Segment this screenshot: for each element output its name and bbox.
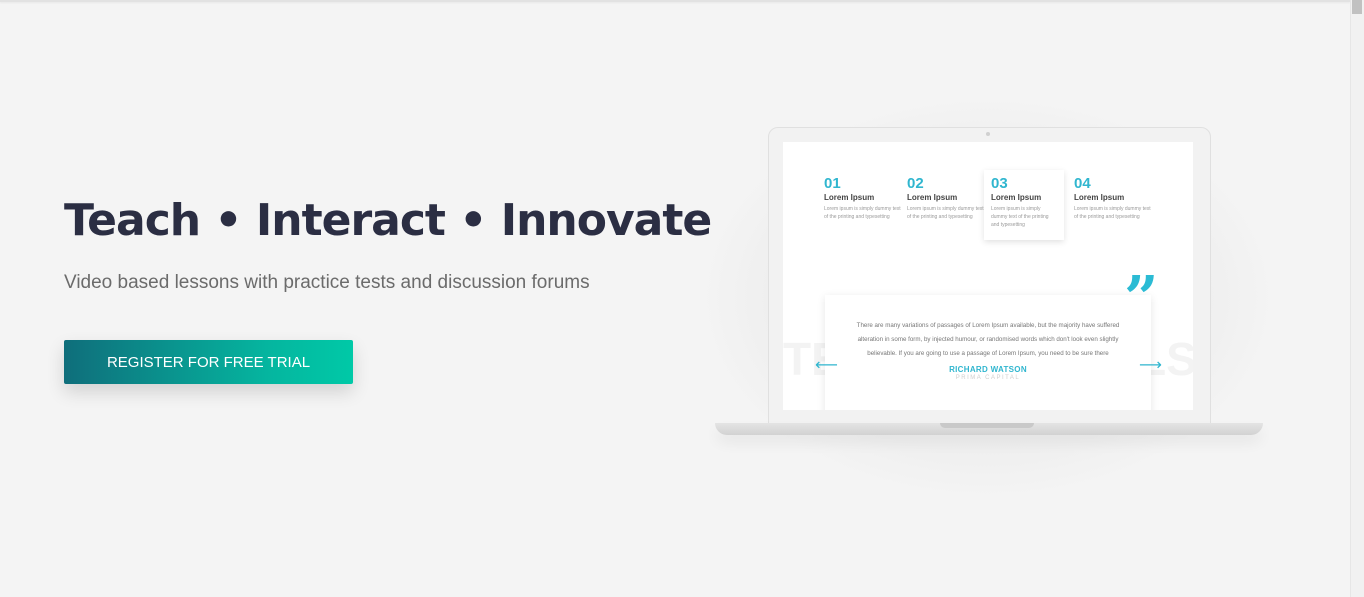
step-number: 03 [991,175,1008,192]
step-text: Lorem ipsum is simply dummy text of the … [991,206,1049,228]
header-divider [0,0,1350,2]
step-item: 04 Lorem Ipsum Lorem ipsum is simply dum… [1074,176,1154,221]
hero-subtitle: Video based lessons with practice tests … [64,272,590,293]
register-free-trial-button[interactable]: REGISTER FOR FREE TRIAL [64,340,353,384]
testimonial-quote: There are many variations of passages of… [856,322,1120,357]
step-text: Lorem ipsum is simply dummy text of the … [907,206,984,220]
testimonial-card: There are many variations of passages of… [825,295,1151,410]
step-title: Lorem Ipsum [824,193,875,202]
step-number: 02 [907,175,924,192]
testimonial-author: RICHARD WATSON [949,365,1027,374]
arrow-right-icon[interactable]: ⟶ [1139,355,1162,375]
step-text: Lorem ipsum is simply dummy text of the … [1074,206,1151,220]
step-title: Lorem Ipsum [991,193,1042,202]
scrollbar-thumb[interactable] [1352,0,1362,14]
step-title: Lorem Ipsum [907,193,958,202]
step-title: Lorem Ipsum [1074,193,1125,202]
testimonial-company: PRIMA CAPITAL [955,375,1021,381]
laptop-notch [940,423,1034,428]
quote-icon: ” [1124,264,1159,334]
step-number: 01 [824,175,841,192]
arrow-left-icon[interactable]: ⟵ [815,355,838,375]
camera-icon [986,132,990,136]
hero-title: Teach • Interact • Innovate [64,195,712,246]
laptop-screen: 01 Lorem Ipsum Lorem ipsum is simply dum… [783,142,1193,410]
step-item: 01 Lorem Ipsum Lorem ipsum is simply dum… [824,176,904,221]
page-scrollbar[interactable] [1350,0,1364,597]
step-number: 04 [1074,175,1091,192]
step-text: Lorem ipsum is simply dummy text of the … [824,206,901,220]
step-item-active: 03 Lorem Ipsum Lorem ipsum is simply dum… [984,170,1064,240]
step-item: 02 Lorem Ipsum Lorem ipsum is simply dum… [907,176,987,221]
